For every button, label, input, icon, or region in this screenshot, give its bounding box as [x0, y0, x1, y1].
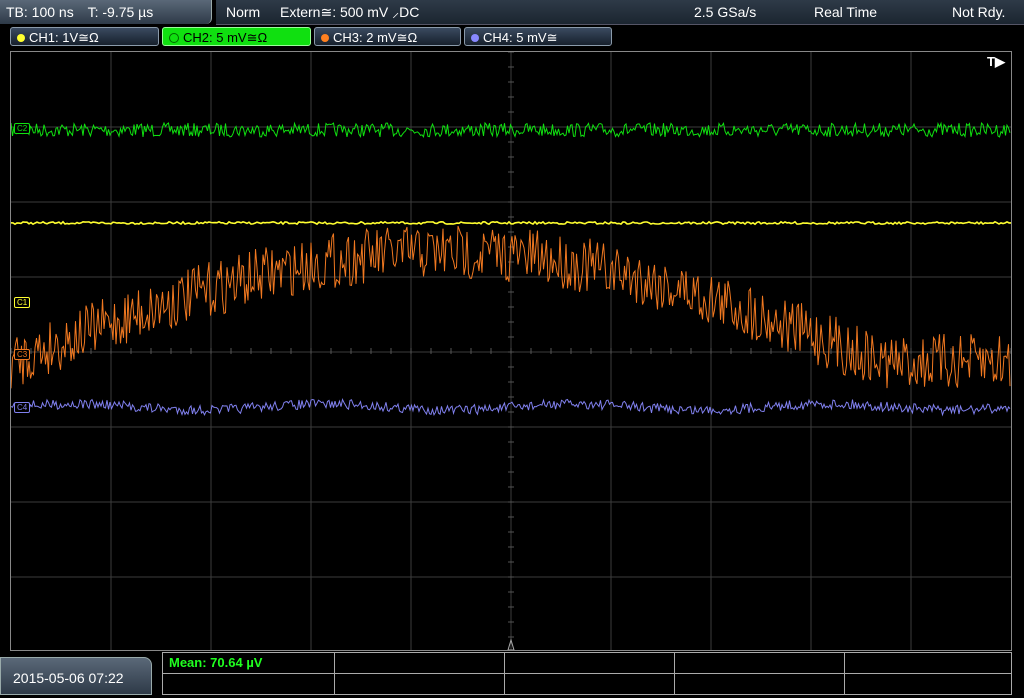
- trigger-time-label: T: -9.75 µs: [87, 4, 154, 20]
- channel-bar: CH1: 1V≅Ω CH2: 5 mV≅Ω CH3: 2 mV≅Ω CH4: 5…: [0, 26, 1024, 48]
- trigger-mode[interactable]: Norm: [226, 0, 260, 24]
- acquisition-mode: Real Time: [814, 4, 878, 20]
- acquisition-status-strip: Norm Extern≅: 500 mV ⸝DC 2.5 GSa/s Real …: [216, 0, 1024, 25]
- measurement-cell[interactable]: [675, 653, 845, 674]
- mean-measurement: Mean: 70.64 µV: [169, 655, 263, 670]
- measurement-cell[interactable]: [163, 674, 335, 695]
- channel-3-button[interactable]: CH3: 2 mV≅Ω: [314, 27, 461, 46]
- channel-3-label: CH3: 2 mV≅Ω: [333, 30, 418, 45]
- ch4-dot-icon: [471, 33, 479, 42]
- run-status: Not Rdy.: [952, 4, 1006, 20]
- measurement-cell[interactable]: [845, 653, 1011, 674]
- measurement-cell[interactable]: [845, 674, 1011, 695]
- measurement-cell[interactable]: [505, 653, 675, 674]
- measurement-cell[interactable]: [335, 653, 505, 674]
- measurement-cell[interactable]: [675, 674, 845, 695]
- channel-2-label: CH2: 5 mV≅Ω: [183, 30, 268, 45]
- measurement-table[interactable]: Mean: 70.64 µV: [162, 652, 1012, 695]
- waveform-display[interactable]: T▶ C1 C2 C3 C4: [10, 51, 1012, 651]
- ch1-dot-icon: [17, 33, 25, 42]
- measurement-cell[interactable]: [505, 674, 675, 695]
- datetime-label: 2015-05-06 07:22: [13, 670, 124, 686]
- timebase-box[interactable]: TB: 100 ns T: -9.75 µs: [0, 0, 212, 24]
- channel-1-label: CH1: 1V≅Ω: [29, 30, 99, 45]
- top-status-bar: TB: 100 ns T: -9.75 µs Norm Extern≅: 500…: [0, 0, 1024, 25]
- trigger-source[interactable]: Extern≅: 500 mV ⸝DC: [280, 0, 419, 24]
- datetime-box: 2015-05-06 07:22: [0, 657, 152, 695]
- channel-4-label: CH4: 5 mV≅: [483, 30, 558, 45]
- ch2-offset-marker[interactable]: C2: [14, 123, 31, 134]
- sample-rate: 2.5 GSa/s: [694, 4, 757, 20]
- ch4-offset-marker[interactable]: C4: [14, 402, 31, 413]
- ch2-dot-icon: [169, 32, 179, 43]
- trigger-position-icon[interactable]: T▶: [987, 54, 1005, 70]
- waveform-canvas[interactable]: [11, 52, 1011, 650]
- ch1-offset-marker[interactable]: C1: [14, 297, 31, 308]
- channel-2-button[interactable]: CH2: 5 mV≅Ω: [162, 27, 311, 46]
- ch3-offset-marker[interactable]: C3: [14, 349, 31, 360]
- measurement-cell[interactable]: [335, 674, 505, 695]
- bottom-bar: 2015-05-06 07:22 Mean: 70.64 µV: [0, 652, 1024, 695]
- ch3-dot-icon: [321, 33, 329, 42]
- channel-4-button[interactable]: CH4: 5 mV≅: [464, 27, 612, 46]
- timebase-label: TB: 100 ns: [6, 4, 74, 20]
- channel-1-button[interactable]: CH1: 1V≅Ω: [10, 27, 159, 46]
